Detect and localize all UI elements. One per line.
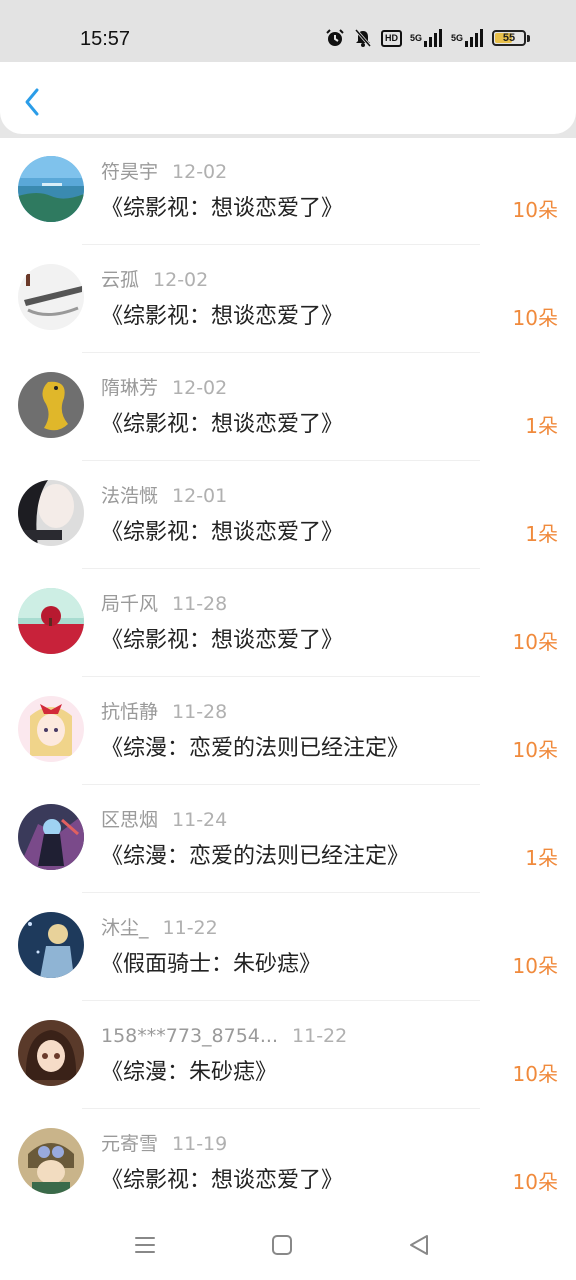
sender-name: 沐尘_ 11-22 [101, 917, 218, 939]
date: 12-02 [172, 161, 228, 183]
avatar [18, 696, 84, 762]
sender-name: 元寄雪 11-19 [101, 1133, 228, 1155]
divider [82, 460, 480, 461]
gift-amount: 10朵 [512, 1062, 558, 1086]
system-nav-bar [0, 1210, 576, 1280]
avatar [18, 912, 84, 978]
header [0, 62, 576, 134]
net-label: 5G [450, 33, 463, 43]
avatar [18, 588, 84, 654]
book-title: 《综影视：想谈恋爱了》 [101, 520, 344, 545]
list-item[interactable]: 符昊宇 12-02 《综影视：想谈恋爱了》 10朵 [0, 138, 576, 246]
list-item[interactable]: 云孤 12-02 《综影视：想谈恋爱了》 10朵 [0, 246, 576, 354]
book-title: 《综漫：恋爱的法则已经注定》 [101, 736, 410, 761]
book-title: 《综影视：想谈恋爱了》 [101, 196, 344, 221]
sender-name: 法浩慨 12-01 [101, 485, 228, 507]
menu-button[interactable] [132, 1232, 158, 1258]
avatar [18, 156, 84, 222]
divider [82, 352, 480, 353]
book-title: 《综影视：想谈恋爱了》 [101, 1168, 344, 1193]
sender-name: 隋琳芳 12-02 [101, 377, 228, 399]
home-button[interactable] [269, 1232, 295, 1258]
back-button[interactable] [18, 84, 48, 120]
sender-name: 158***773_8754... 11-22 [101, 1025, 348, 1047]
date: 11-28 [172, 701, 228, 723]
list-item[interactable]: 元寄雪 11-19 《综影视：想谈恋爱了》 10朵 [0, 1110, 576, 1218]
divider [82, 892, 480, 893]
gift-amount: 10朵 [512, 306, 558, 330]
list-item[interactable]: 沐尘_ 11-22 《假面骑士：朱砂痣》 10朵 [0, 894, 576, 1002]
gift-amount: 10朵 [512, 954, 558, 978]
book-title: 《综影视：想谈恋爱了》 [101, 412, 344, 437]
avatar [18, 1128, 84, 1194]
date: 11-22 [292, 1025, 348, 1047]
net-label: 5G [409, 33, 422, 43]
book-title: 《假面骑士：朱砂痣》 [101, 952, 322, 977]
book-title: 《综漫：朱砂痣》 [101, 1060, 278, 1085]
sender-name: 局千风 11-28 [101, 593, 228, 615]
gift-amount: 1朵 [525, 414, 558, 438]
battery-icon: 55 [492, 30, 530, 46]
gift-amount: 1朵 [525, 522, 558, 546]
avatar [18, 372, 84, 438]
list-item[interactable]: 抗恬静 11-28 《综漫：恋爱的法则已经注定》 10朵 [0, 678, 576, 786]
sender-name: 符昊宇 12-02 [101, 161, 228, 183]
menu-icon [135, 1237, 155, 1253]
list-item[interactable]: 区思烟 11-24 《综漫：恋爱的法则已经注定》 1朵 [0, 786, 576, 894]
battery-level: 55 [502, 32, 516, 44]
gift-amount: 10朵 [512, 1170, 558, 1194]
signal-5g-icon: 5G [410, 29, 443, 47]
divider [82, 1108, 480, 1109]
chevron-left-icon [25, 88, 39, 116]
divider [82, 568, 480, 569]
nav-back-button[interactable] [406, 1232, 432, 1258]
divider [82, 244, 480, 245]
hd-icon: HD [380, 29, 402, 47]
list-item[interactable]: 158***773_8754... 11-22 《综漫：朱砂痣》 10朵 [0, 1002, 576, 1110]
list-item[interactable]: 局千风 11-28 《综影视：想谈恋爱了》 10朵 [0, 570, 576, 678]
sender-name: 抗恬静 11-28 [101, 701, 228, 723]
book-title: 《综影视：想谈恋爱了》 [101, 628, 344, 653]
list-item[interactable]: 法浩慨 12-01 《综影视：想谈恋爱了》 1朵 [0, 462, 576, 570]
status-bar: 15:57 HD 5G 5G 55 [0, 0, 576, 64]
status-time: 15:57 [80, 28, 131, 50]
date: 11-22 [162, 917, 218, 939]
divider [82, 784, 480, 785]
gift-amount: 10朵 [512, 738, 558, 762]
avatar [18, 1020, 84, 1086]
mute-icon [353, 28, 373, 48]
date: 11-24 [172, 809, 228, 831]
date: 12-01 [172, 485, 228, 507]
avatar [18, 480, 84, 546]
status-icons: HD 5G 5G 55 [325, 25, 530, 51]
home-square-icon [272, 1235, 292, 1255]
sender-name: 云孤 12-02 [101, 269, 209, 291]
list-item[interactable]: 隋琳芳 12-02 《综影视：想谈恋爱了》 1朵 [0, 354, 576, 462]
gift-amount: 10朵 [512, 630, 558, 654]
divider [82, 1000, 480, 1001]
divider [82, 676, 480, 677]
back-triangle-icon [410, 1235, 428, 1255]
avatar [18, 264, 84, 330]
sender-name: 区思烟 11-24 [101, 809, 228, 831]
date: 12-02 [153, 269, 209, 291]
gift-record-list: 符昊宇 12-02 《综影视：想谈恋爱了》 10朵 云孤 12-02 《综影视：想谈… [0, 138, 576, 1210]
gift-amount: 1朵 [525, 846, 558, 870]
book-title: 《综影视：想谈恋爱了》 [101, 304, 344, 329]
date: 11-19 [172, 1133, 228, 1155]
date: 11-28 [172, 593, 228, 615]
signal-5g-icon: 5G [451, 29, 484, 47]
avatar [18, 804, 84, 870]
gift-amount: 10朵 [512, 198, 558, 222]
date: 12-02 [172, 377, 228, 399]
book-title: 《综漫：恋爱的法则已经注定》 [101, 844, 410, 869]
alarm-icon [325, 28, 345, 48]
